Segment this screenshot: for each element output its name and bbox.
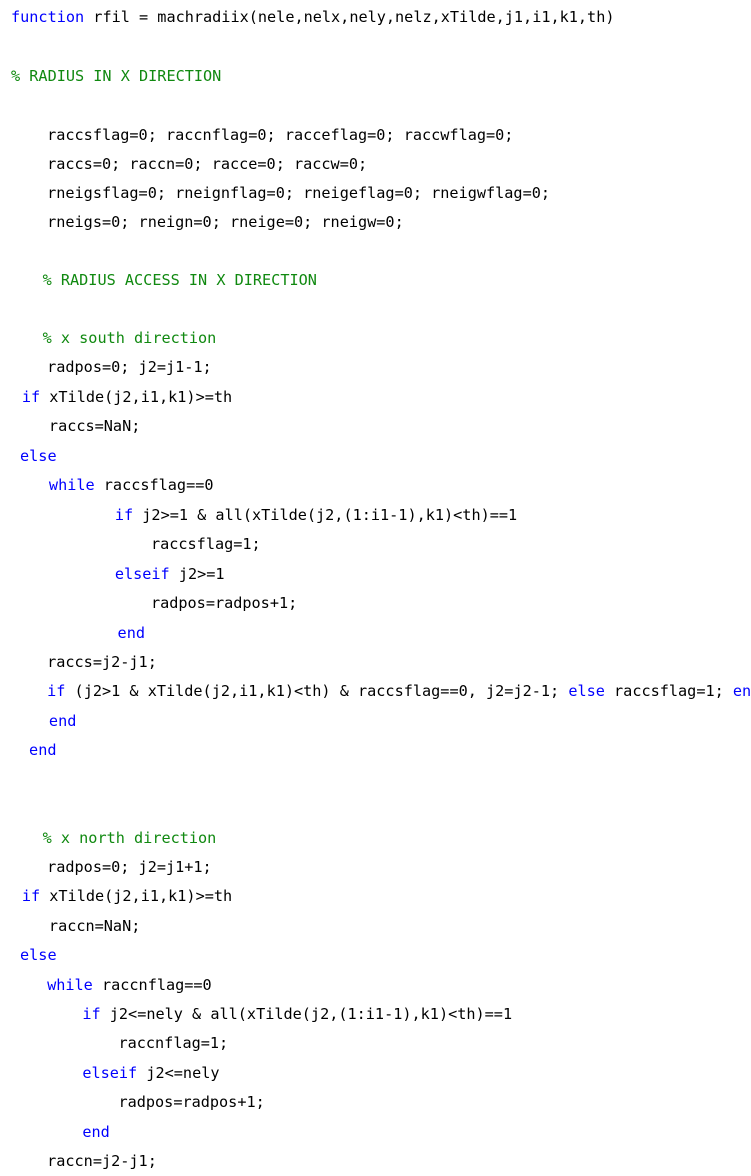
code-listing[interactable]: function rfil = machradiix(nele,nelx,nel… — [0, 0, 751, 1176]
code-line: if j2<=nely & all(xTilde(j2,(1:i1-1),k1)… — [82, 1005, 512, 1023]
keyword-token: if — [114, 506, 134, 524]
code-line: elseif j2<=nely — [82, 1064, 219, 1082]
code-line: if xTilde(j2,i1,k1)>=th — [22, 388, 232, 406]
code-line: else — [20, 447, 57, 465]
keyword-token: if — [82, 1005, 101, 1023]
keyword-token: end — [48, 712, 77, 730]
code-line: while raccsflag==0 — [49, 476, 214, 494]
code-token: xTilde(j2,i1,k1)>=th — [40, 388, 233, 406]
code-line: while raccnflag==0 — [47, 976, 212, 994]
code-line: raccsflag=1; — [151, 535, 261, 553]
code-token: rneigsflag=0; rneignflag=0; rneigeflag=0… — [47, 184, 551, 202]
keyword-token: if — [21, 388, 41, 406]
keyword-token: else — [568, 682, 605, 700]
comment-token: % x south direction — [42, 329, 217, 347]
keyword-token: if — [47, 682, 66, 700]
code-line: if xTilde(j2,i1,k1)>=th — [22, 887, 232, 905]
code-line: end — [49, 712, 76, 730]
code-token: raccnflag=1; — [118, 1034, 229, 1052]
code-line: radpos=radpos+1; — [151, 594, 297, 612]
code-token: raccn=NaN; — [48, 917, 141, 935]
code-token: radpos=0; j2=j1+1; — [47, 858, 212, 876]
keyword-token: else — [20, 447, 57, 465]
code-line: raccnflag=1; — [118, 1034, 228, 1052]
code-token: raccs=NaN; — [48, 417, 141, 435]
code-line: raccsflag=0; raccnflag=0; racceflag=0; r… — [47, 126, 513, 144]
code-line: else — [20, 946, 57, 964]
keyword-token: if — [21, 887, 41, 905]
code-token: (j2>1 & xTilde(j2,i1,k1)<th) & raccsflag… — [65, 682, 569, 700]
code-token: rneigs=0; rneign=0; rneige=0; rneigw=0; — [47, 213, 404, 231]
comment-token: % x north direction — [42, 829, 217, 847]
code-line: end — [29, 741, 56, 759]
code-line: raccn=NaN; — [49, 917, 140, 935]
keyword-token: end — [82, 1123, 110, 1141]
code-token: raccsflag=1; — [604, 682, 733, 700]
code-token: radpos=0; j2=j1-1; — [47, 358, 212, 376]
keyword-token: end — [117, 624, 145, 642]
comment-token: % RADIUS IN X DIRECTION — [11, 67, 222, 85]
code-token: raccs=0; raccn=0; racce=0; raccw=0; — [47, 155, 368, 173]
code-line: rneigs=0; rneign=0; rneige=0; rneigw=0; — [47, 213, 404, 231]
code-token: rfil = machradiix(nele,nelx,nely,nelz,xT… — [84, 8, 615, 26]
code-line: % x north direction — [43, 829, 217, 847]
code-token: j2>=1 — [169, 565, 225, 583]
code-line: radpos=0; j2=j1+1; — [47, 858, 212, 876]
keyword-token: function — [11, 8, 85, 26]
keyword-token: end — [732, 682, 751, 700]
keyword-token: while — [48, 476, 95, 494]
code-line: end — [118, 624, 145, 642]
code-token: raccsflag=0; raccnflag=0; racceflag=0; r… — [47, 126, 514, 144]
code-line: radpos=0; j2=j1-1; — [47, 358, 212, 376]
code-line: if j2>=1 & all(xTilde(j2,(1:i1-1),k1)<th… — [115, 506, 517, 524]
code-line: end — [82, 1123, 109, 1141]
keyword-token: elseif — [82, 1064, 138, 1082]
code-line: % RADIUS IN X DIRECTION — [11, 67, 221, 85]
code-line: raccs=j2-j1; — [47, 653, 157, 671]
comment-token: % RADIUS ACCESS IN X DIRECTION — [42, 271, 317, 289]
code-line: raccs=0; raccn=0; racce=0; raccw=0; — [47, 155, 367, 173]
code-token: raccsflag=1; — [150, 535, 261, 553]
code-token: radpos=radpos+1; — [118, 1093, 265, 1111]
code-token: raccsflag==0 — [94, 476, 214, 494]
code-line: if (j2>1 & xTilde(j2,i1,k1)<th) & raccsf… — [47, 682, 751, 700]
code-line: radpos=radpos+1; — [118, 1093, 264, 1111]
code-line: function rfil = machradiix(nele,nelx,nel… — [11, 8, 615, 26]
code-token: xTilde(j2,i1,k1)>=th — [40, 887, 233, 905]
code-line: % RADIUS ACCESS IN X DIRECTION — [43, 271, 317, 289]
code-token: raccn=j2-j1; — [47, 1152, 157, 1170]
code-token: j2<=nely — [137, 1064, 220, 1082]
code-line: raccn=j2-j1; — [47, 1152, 157, 1170]
keyword-token: while — [47, 976, 93, 994]
code-token: raccs=j2-j1; — [47, 653, 157, 671]
code-token: raccnflag==0 — [92, 976, 212, 994]
code-line: rneigsflag=0; rneignflag=0; rneigeflag=0… — [47, 184, 550, 202]
code-token: j2<=nely & all(xTilde(j2,(1:i1-1),k1)<th… — [100, 1005, 513, 1023]
code-token: radpos=radpos+1; — [150, 594, 298, 612]
code-line: elseif j2>=1 — [115, 565, 225, 583]
code-token: j2>=1 & all(xTilde(j2,(1:i1-1),k1)<th)==… — [133, 506, 518, 524]
keyword-token: end — [29, 741, 57, 759]
keyword-token: elseif — [114, 565, 170, 583]
keyword-token: else — [20, 946, 57, 964]
code-line: raccs=NaN; — [49, 417, 140, 435]
code-line: % x south direction — [43, 329, 217, 347]
